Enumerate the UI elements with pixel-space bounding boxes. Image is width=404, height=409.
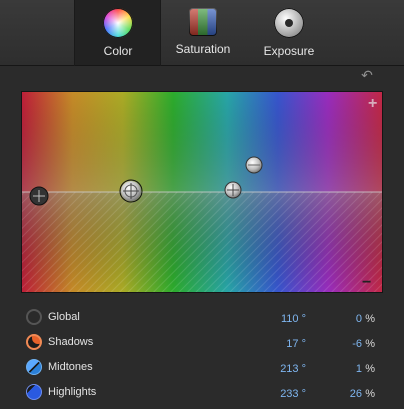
hue-value[interactable]: 213 °	[280, 363, 306, 375]
hue-value[interactable]: 17 °	[286, 338, 306, 350]
toolbar: Color Saturation Exposure	[0, 0, 404, 66]
highlights-puck[interactable]	[245, 156, 263, 174]
shadows-puck[interactable]	[119, 179, 143, 203]
color-board[interactable]: + −	[21, 91, 383, 293]
tab-saturation[interactable]: Saturation	[160, 0, 246, 65]
saturation-bars-icon	[189, 8, 217, 36]
hue-value[interactable]: 233 °	[280, 388, 306, 400]
percent-unit: %	[365, 388, 375, 400]
midtones-puck[interactable]	[224, 181, 242, 199]
amount-value[interactable]: -6	[352, 338, 362, 350]
color-wheel-icon	[103, 8, 133, 38]
control-label: Highlights	[48, 386, 97, 398]
shadows-puck-icon[interactable]	[26, 334, 42, 350]
global-puck-icon[interactable]	[26, 309, 42, 325]
undo-arrow-icon[interactable]: ↶	[360, 68, 374, 82]
global-puck[interactable]	[29, 186, 49, 206]
percent-unit: %	[365, 313, 375, 325]
exposure-dial-icon	[274, 8, 304, 38]
tab-label: Saturation	[175, 42, 231, 56]
amount-value[interactable]: 26	[350, 388, 362, 400]
control-row-global[interactable]: Global 110 ° 0 %	[0, 307, 404, 329]
control-row-shadows[interactable]: Shadows 17 ° -6 %	[0, 332, 404, 354]
midtones-puck-icon[interactable]	[26, 359, 42, 375]
hue-value[interactable]: 110 °	[281, 313, 306, 325]
control-label: Shadows	[48, 336, 94, 348]
color-board-canvas[interactable]: + −	[22, 92, 382, 292]
control-row-highlights[interactable]: Highlights 233 ° 26 %	[0, 382, 404, 404]
control-label: Global	[48, 311, 80, 323]
amount-value[interactable]: 1	[356, 363, 362, 375]
tab-exposure[interactable]: Exposure	[246, 0, 332, 65]
amount-value[interactable]: 0	[356, 313, 362, 325]
tab-label: Color	[103, 44, 133, 58]
plus-marker: +	[368, 95, 377, 112]
control-label: Midtones	[48, 361, 93, 373]
tab-label: Exposure	[263, 44, 315, 58]
percent-unit: %	[365, 363, 375, 375]
percent-unit: %	[365, 338, 375, 350]
minus-marker: −	[362, 274, 371, 291]
control-row-midtones[interactable]: Midtones 213 ° 1 %	[0, 357, 404, 379]
highlights-puck-icon[interactable]	[26, 384, 42, 400]
tab-color[interactable]: Color	[75, 0, 161, 65]
